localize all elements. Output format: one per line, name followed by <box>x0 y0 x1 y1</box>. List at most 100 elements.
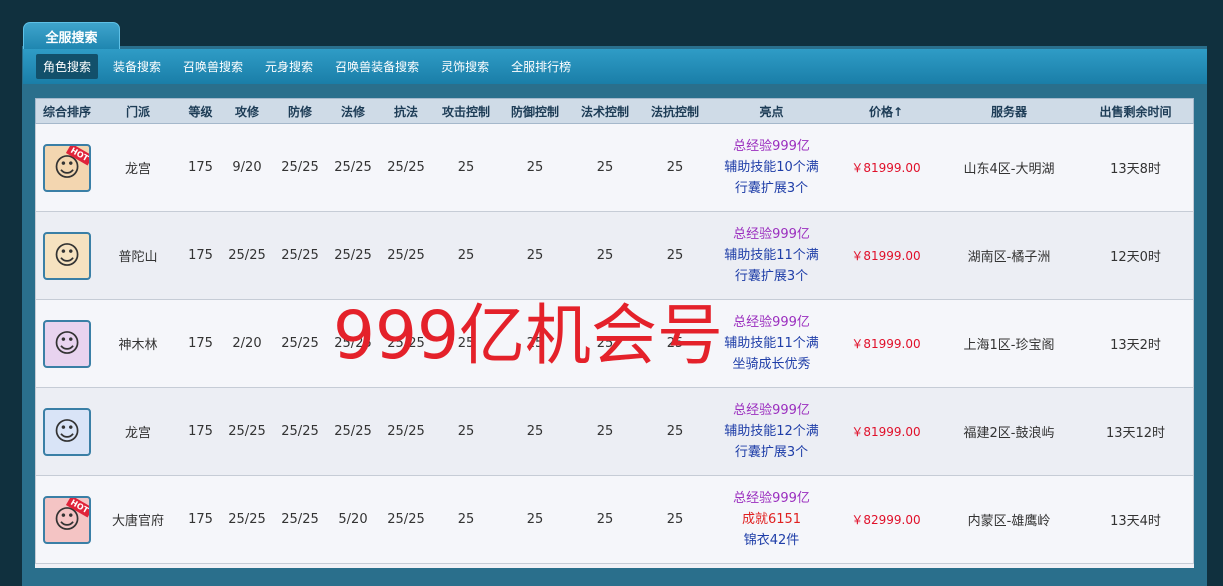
price-cell: ￥81999.00 <box>851 249 921 263</box>
attack-control-cell: 25 <box>457 160 475 175</box>
resist-magic-cell: 25/25 <box>387 336 425 351</box>
col-header-level[interactable]: 等级 <box>178 103 223 120</box>
attack-control-cell: 25 <box>457 424 475 439</box>
magic-cultivation-cell: 25/25 <box>334 160 372 175</box>
character-avatar[interactable]: ☺ <box>43 319 91 368</box>
highlight-2: 辅助技能11个满 <box>724 336 819 351</box>
col-header-magic-cultivation[interactable]: 法修 <box>329 103 377 120</box>
price-cell: ￥81999.00 <box>851 425 921 439</box>
level-cell: 175 <box>188 512 213 527</box>
highlight-2: 辅助技能10个满 <box>724 160 819 175</box>
defense-control-cell: 25 <box>526 424 544 439</box>
highlights-cell: 总经验999亿 辅助技能12个满 行囊扩展3个 <box>713 400 830 463</box>
table-row[interactable]: ☺ 普陀山 175 25/25 25/25 25/25 25/25 25 25 … <box>35 212 1194 300</box>
resist-control-cell: 25 <box>666 512 684 527</box>
sub-navigation: 角色搜索 装备搜索 召唤兽搜索 元身搜索 召唤兽装备搜索 灵饰搜索 全服排行榜 <box>23 49 1207 84</box>
attack-cultivation-cell: 25/25 <box>228 512 266 527</box>
magic-cultivation-cell: 25/25 <box>334 248 372 263</box>
character-avatar[interactable]: ☺ HOT <box>43 143 91 192</box>
col-header-resist-control[interactable]: 法抗控制 <box>637 103 713 120</box>
time-remaining-cell: 13天12时 <box>1105 426 1166 441</box>
attack-cultivation-cell: 9/20 <box>232 160 262 175</box>
col-header-attack-control[interactable]: 攻击控制 <box>435 103 497 120</box>
face-icon: ☺ <box>53 328 81 359</box>
time-remaining-cell: 13天2时 <box>1110 338 1161 353</box>
highlight-1: 总经验999亿 <box>733 139 810 154</box>
server-cell[interactable]: 湖南区-橘子洲 <box>942 246 1076 265</box>
defense-cultivation-cell: 25/25 <box>281 160 319 175</box>
table-header: 综合排序 门派 等级 攻修 防修 法修 抗法 攻击控制 防御控制 法术控制 法抗… <box>35 98 1194 124</box>
defense-control-cell: 25 <box>526 336 544 351</box>
magic-control-cell: 25 <box>596 424 614 439</box>
highlight-2: 成就6151 <box>741 512 802 527</box>
col-header-sort[interactable]: 综合排序 <box>36 103 98 120</box>
character-avatar[interactable]: ☺ <box>43 407 91 456</box>
magic-cultivation-cell: 25/25 <box>334 336 372 351</box>
price-cell: ￥82999.00 <box>851 513 921 527</box>
col-header-time-remaining[interactable]: 出售剩余时间 <box>1076 103 1195 120</box>
table-row[interactable]: ☺ 神木林 175 2/20 25/25 25/25 25/25 25 25 2… <box>35 300 1194 388</box>
level-cell: 175 <box>188 160 213 175</box>
avatar-cell: ☺ <box>36 231 98 280</box>
avatar-cell: ☺ HOT <box>36 143 98 192</box>
level-cell: 175 <box>188 336 213 351</box>
resist-control-cell: 25 <box>666 248 684 263</box>
table-row[interactable]: ☺ HOT 龙宫 175 9/20 25/25 25/25 25/25 25 2… <box>35 124 1194 212</box>
defense-cultivation-cell: 25/25 <box>281 248 319 263</box>
server-cell[interactable]: 福建2区-鼓浪屿 <box>942 422 1076 441</box>
col-header-defense-control[interactable]: 防御控制 <box>497 103 573 120</box>
table-body: ☺ HOT 龙宫 175 9/20 25/25 25/25 25/25 25 2… <box>35 124 1194 564</box>
table-row[interactable]: ☺ HOT 大唐官府 175 25/25 25/25 5/20 25/25 25… <box>35 476 1194 564</box>
tab-global-search[interactable]: 全服搜索 <box>23 22 120 49</box>
subnav-equipment-search[interactable]: 装备搜索 <box>106 54 168 79</box>
resist-magic-cell: 25/25 <box>387 248 425 263</box>
defense-cultivation-cell: 25/25 <box>281 512 319 527</box>
subnav-yuanshen-search[interactable]: 元身搜索 <box>258 54 320 79</box>
col-header-price[interactable]: 价格↑ <box>830 103 942 120</box>
school-cell: 龙宫 <box>124 426 151 441</box>
attack-control-cell: 25 <box>457 248 475 263</box>
school-cell: 龙宫 <box>124 162 151 177</box>
col-header-highlights: 亮点 <box>759 104 784 119</box>
face-icon: ☺ <box>53 240 81 271</box>
subnav-role-search[interactable]: 角色搜索 <box>36 54 99 79</box>
school-cell: 大唐官府 <box>111 514 164 529</box>
magic-control-cell: 25 <box>596 336 614 351</box>
server-cell[interactable]: 内蒙区-雄鹰岭 <box>942 510 1076 529</box>
magic-control-cell: 25 <box>596 160 614 175</box>
resist-control-cell: 25 <box>666 424 684 439</box>
subnav-summon-search[interactable]: 召唤兽搜索 <box>176 54 250 79</box>
resist-control-cell: 25 <box>666 336 684 351</box>
level-cell: 175 <box>188 248 213 263</box>
time-remaining-cell: 12天0时 <box>1110 250 1161 265</box>
defense-control-cell: 25 <box>526 512 544 527</box>
face-icon: ☺ <box>53 416 81 447</box>
server-cell[interactable]: 山东4区-大明湖 <box>942 158 1076 177</box>
defense-cultivation-cell: 25/25 <box>281 336 319 351</box>
defense-control-cell: 25 <box>526 160 544 175</box>
col-header-resist-magic[interactable]: 抗法 <box>377 103 435 120</box>
col-header-attack-cultivation[interactable]: 攻修 <box>223 103 271 120</box>
col-header-defense-cultivation[interactable]: 防修 <box>271 103 329 120</box>
resist-magic-cell: 25/25 <box>387 512 425 527</box>
col-header-magic-control[interactable]: 法术控制 <box>573 103 637 120</box>
highlights-cell: 总经验999亿 辅助技能11个满 行囊扩展3个 <box>713 224 830 287</box>
character-avatar[interactable]: ☺ <box>43 231 91 280</box>
table-row[interactable]: ☺ 龙宫 175 25/25 25/25 25/25 25/25 25 25 2… <box>35 388 1194 476</box>
attack-cultivation-cell: 25/25 <box>228 424 266 439</box>
resist-control-cell: 25 <box>666 160 684 175</box>
character-avatar[interactable]: ☺ HOT <box>43 495 91 544</box>
subnav-leaderboard[interactable]: 全服排行榜 <box>504 54 578 79</box>
time-remaining-cell: 13天4时 <box>1110 514 1161 529</box>
attack-cultivation-cell: 25/25 <box>228 248 266 263</box>
resist-magic-cell: 25/25 <box>387 424 425 439</box>
highlights-cell: 总经验999亿 辅助技能11个满 坐骑成长优秀 <box>713 312 830 375</box>
subnav-ornament-search[interactable]: 灵饰搜索 <box>434 54 496 79</box>
col-header-school: 门派 <box>125 104 150 119</box>
school-cell: 神木林 <box>118 338 158 353</box>
server-cell[interactable]: 上海1区-珍宝阁 <box>942 334 1076 353</box>
avatar-cell: ☺ <box>36 319 98 368</box>
highlight-3: 行囊扩展3个 <box>734 445 809 460</box>
subnav-summon-equipment-search[interactable]: 召唤兽装备搜索 <box>328 54 426 79</box>
highlight-2: 辅助技能11个满 <box>724 248 819 263</box>
